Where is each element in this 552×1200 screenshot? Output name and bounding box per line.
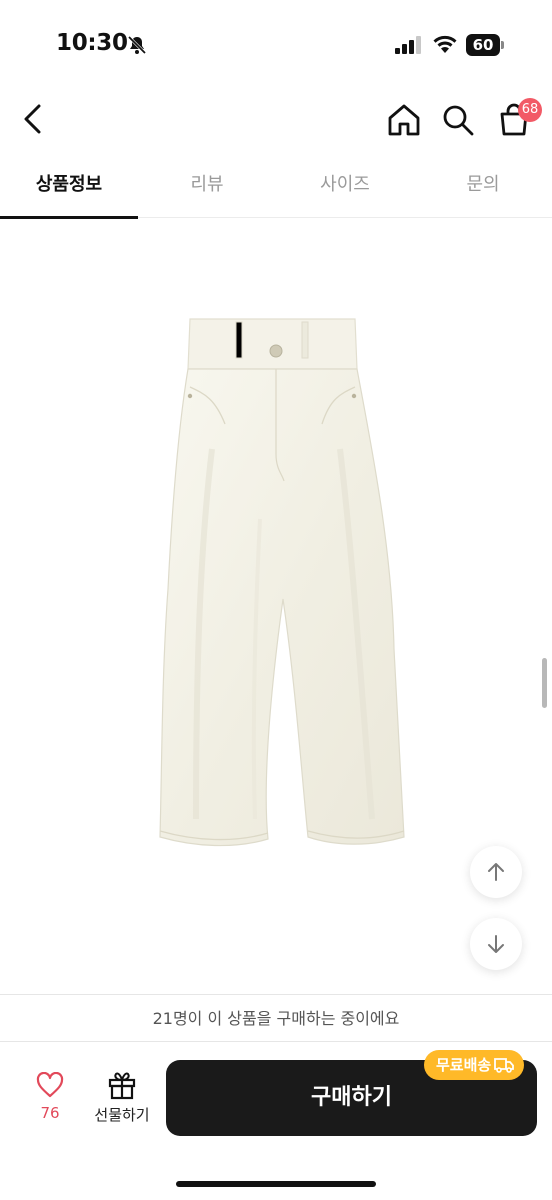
battery-cap bbox=[501, 41, 504, 49]
tab-inquiry[interactable]: 문의 bbox=[414, 160, 552, 217]
free-shipping-label: 무료배송 bbox=[436, 1056, 492, 1074]
cart-count-badge: 68 bbox=[518, 98, 542, 122]
bell-muted-icon bbox=[127, 35, 147, 55]
arrow-up-icon bbox=[488, 863, 504, 881]
product-image bbox=[0, 219, 552, 991]
status-time: 10:30 bbox=[56, 30, 128, 56]
home-indicator bbox=[176, 1181, 376, 1187]
product-tabs: 상품정보 리뷰 사이즈 문의 bbox=[0, 160, 552, 219]
status-bar: 10:30 60 bbox=[0, 0, 552, 90]
scrollbar-thumb[interactable] bbox=[542, 658, 547, 708]
truck-icon bbox=[494, 1058, 515, 1073]
signal-icon bbox=[395, 36, 421, 54]
scroll-down-button[interactable] bbox=[470, 918, 522, 970]
tab-reviews[interactable]: 리뷰 bbox=[138, 160, 276, 217]
battery-level: 60 bbox=[466, 34, 500, 56]
home-icon[interactable] bbox=[386, 102, 422, 138]
scroll-up-button[interactable] bbox=[470, 846, 522, 898]
search-icon[interactable] bbox=[440, 102, 476, 138]
arrow-down-icon bbox=[488, 935, 504, 953]
battery-indicator: 60 bbox=[466, 34, 504, 56]
white-pants-image bbox=[159, 318, 405, 847]
tab-product-info[interactable]: 상품정보 bbox=[0, 160, 138, 219]
wifi-icon bbox=[433, 35, 457, 53]
purchase-activity-notice: 21명이 이 상품을 구매하는 중이에요 bbox=[0, 994, 552, 1042]
gift-button[interactable]: 선물하기 bbox=[86, 1070, 158, 1132]
bottom-action-bar: 76 선물하기 구매하기 무료배송 bbox=[0, 1042, 552, 1200]
top-nav-bar: 68 bbox=[0, 90, 552, 150]
gift-icon bbox=[108, 1072, 136, 1100]
like-button[interactable]: 76 bbox=[22, 1072, 78, 1132]
back-arrow-icon[interactable] bbox=[20, 102, 46, 136]
like-count: 76 bbox=[40, 1104, 60, 1122]
free-shipping-badge: 무료배송 bbox=[424, 1050, 525, 1080]
tab-size[interactable]: 사이즈 bbox=[276, 160, 414, 217]
gift-label: 선물하기 bbox=[94, 1106, 150, 1124]
heart-icon bbox=[36, 1072, 64, 1098]
